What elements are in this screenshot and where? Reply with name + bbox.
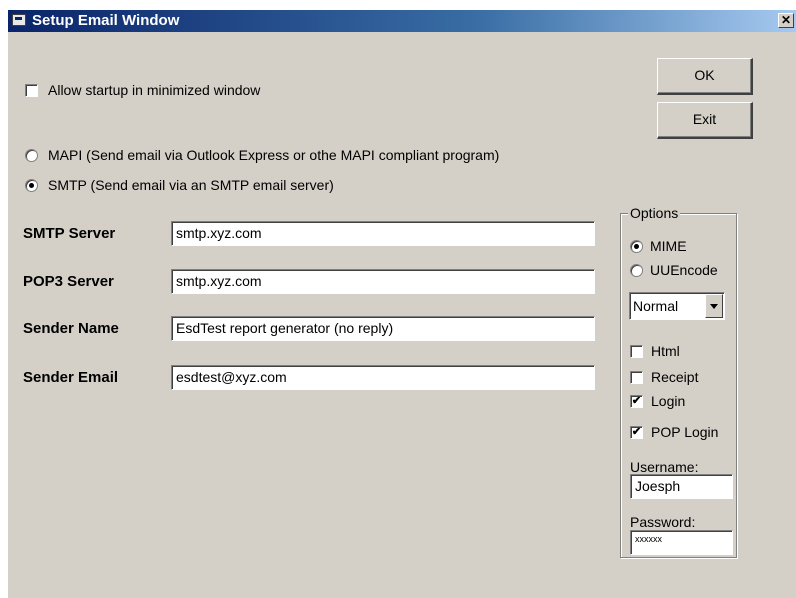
allow-minimized-label: Allow startup in minimized window — [48, 82, 261, 98]
receipt-label: Receipt — [651, 369, 699, 385]
mime-radio[interactable] — [630, 240, 643, 253]
close-button[interactable]: ✕ — [778, 13, 794, 28]
app-icon — [12, 14, 26, 26]
chevron-down-icon[interactable] — [705, 294, 723, 318]
ok-button[interactable]: OK — [657, 58, 753, 95]
html-label: Html — [651, 343, 680, 359]
smtp-server-field[interactable]: smtp.xyz.com — [171, 221, 595, 246]
html-checkbox[interactable] — [630, 345, 643, 358]
pop3-server-label: POP3 Server — [23, 273, 114, 290]
setup-email-window: Setup Email Window ✕ OK Exit Allow start… — [8, 10, 796, 598]
mapi-label: MAPI (Send email via Outlook Express or … — [48, 147, 500, 163]
smtp-radio[interactable] — [25, 179, 38, 192]
options-group: Options MIME UUEncode Normal Html Receip… — [620, 204, 737, 558]
allow-minimized-checkbox[interactable] — [25, 84, 38, 97]
exit-button[interactable]: Exit — [657, 102, 753, 139]
sender-email-label: Sender Email — [23, 369, 119, 386]
pop-login-label: POP Login — [651, 424, 719, 440]
pop-login-checkbox[interactable]: ✔ — [630, 426, 643, 439]
pop3-server-field[interactable]: smtp.xyz.com — [171, 269, 595, 294]
options-title: Options — [628, 204, 681, 222]
sender-email-field[interactable]: esdtest@xyz.com — [171, 365, 595, 390]
mime-label: MIME — [650, 238, 687, 254]
uuencode-radio[interactable] — [630, 264, 643, 277]
password-field[interactable]: xxxxxx — [630, 530, 733, 555]
window-title: Setup Email Window — [32, 12, 180, 29]
uuencode-label: UUEncode — [650, 262, 718, 278]
password-label: Password: — [630, 514, 696, 530]
smtp-label: SMTP (Send email via an SMTP email serve… — [48, 177, 334, 193]
sender-name-label: Sender Name — [23, 320, 119, 337]
username-field[interactable]: Joesph — [630, 474, 733, 499]
mapi-radio[interactable] — [25, 149, 38, 162]
receipt-checkbox[interactable] — [630, 371, 643, 384]
sender-name-field[interactable]: EsdTest report generator (no reply) — [171, 316, 595, 341]
priority-select[interactable]: Normal — [629, 292, 725, 320]
login-checkbox[interactable]: ✔ — [630, 395, 643, 408]
priority-value: Normal — [633, 298, 679, 314]
title-bar[interactable]: Setup Email Window ✕ — [8, 10, 796, 32]
login-label: Login — [651, 393, 686, 409]
smtp-server-label: SMTP Server — [23, 225, 116, 242]
